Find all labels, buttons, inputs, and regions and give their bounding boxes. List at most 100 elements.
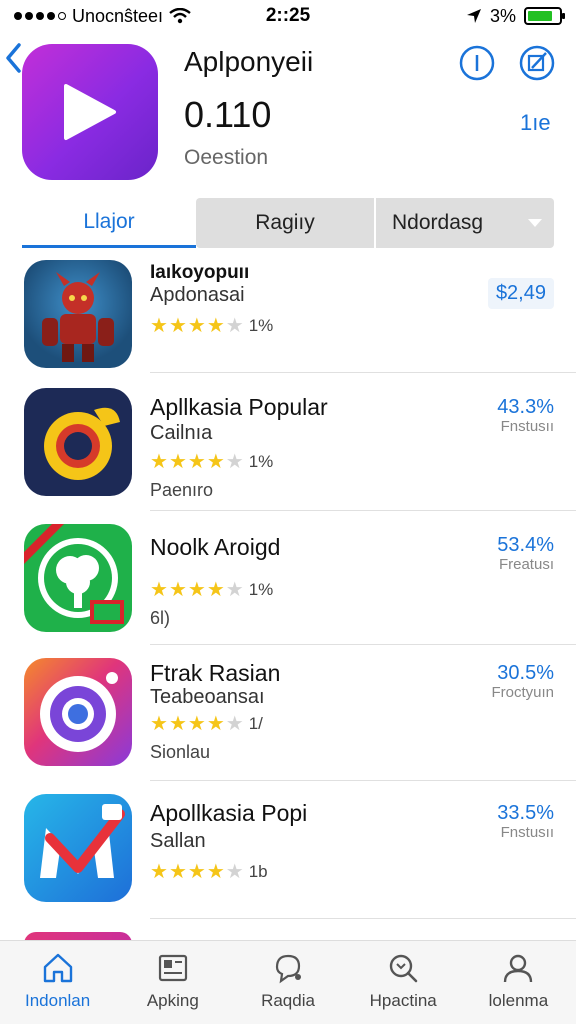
app-title: Noolk Aroigd xyxy=(150,534,281,560)
nav-apps-label: Apking xyxy=(146,991,199,1010)
tab-ratings[interactable]: Ragiıy xyxy=(196,198,374,248)
app-title: Ftrak Rasian xyxy=(150,660,281,686)
price-button[interactable]: 43.3% xyxy=(497,396,554,419)
list-item[interactable]: Ftrak Rasian Teabeoansaı ★ ★ ★ ★ ★ 1/ Sionlau… xyxy=(0,646,576,781)
star-filled-icon: ★ xyxy=(206,315,225,337)
apps-icon xyxy=(158,954,187,982)
nav-chat-label: Raqdia xyxy=(261,991,315,1010)
rating-count: 1/ xyxy=(248,714,263,733)
star-rating: ★ ★ ★ ★ ★ 1/ xyxy=(150,714,263,734)
rating-count: 1% xyxy=(248,316,274,335)
star-filled-icon: ★ xyxy=(168,579,187,601)
camera-lens-icon xyxy=(24,658,132,766)
robot-game-icon xyxy=(24,260,132,368)
price-button[interactable]: 30.5% xyxy=(497,662,554,685)
app-title: Iaıkoyopuıı xyxy=(150,262,250,283)
divider xyxy=(150,372,576,373)
star-empty-icon: ★ xyxy=(225,315,244,337)
nav-home[interactable]: Indonlan xyxy=(0,941,115,1024)
ring-logo-icon xyxy=(24,388,132,496)
app-subtitle: Cailnıa xyxy=(150,422,213,444)
app-subtitle: Sallan xyxy=(150,830,206,852)
star-filled-icon: ★ xyxy=(206,713,225,735)
header-link[interactable]: 1ıe xyxy=(520,110,551,136)
price-label: Fnstusıı xyxy=(500,824,554,841)
star-filled-icon: ★ xyxy=(168,861,187,883)
divider xyxy=(150,918,576,919)
battery-level xyxy=(528,11,552,21)
nav-search[interactable]: Hpactina xyxy=(346,941,461,1024)
star-rating: ★ ★ ★ ★ ★ 1% xyxy=(150,452,273,472)
star-filled-icon: ★ xyxy=(150,451,168,473)
list-item[interactable]: Apllkasia Popular Cailnıa ★ ★ ★ ★ ★ 1% Paenır… xyxy=(0,374,576,511)
app-subtitle: Apdonasai xyxy=(150,284,245,306)
app-title: Apllkasia Popular xyxy=(150,394,328,420)
star-filled-icon: ★ xyxy=(206,451,225,473)
star-empty-icon: ★ xyxy=(225,713,244,735)
star-rating: ★ ★ ★ ★ ★ 1% xyxy=(150,316,273,336)
battery-icon xyxy=(524,7,565,25)
star-empty-icon: ★ xyxy=(225,579,244,601)
location-arrow-icon xyxy=(466,9,481,23)
star-filled-icon: ★ xyxy=(187,315,206,337)
bottom-tab-bar: Indonlan Apking Raqdia Hpactina lolenma xyxy=(0,940,576,1024)
star-filled-icon: ★ xyxy=(168,713,187,735)
nav-home-label: Indonlan xyxy=(24,991,91,1010)
star-filled-icon: ★ xyxy=(168,315,187,337)
price-button[interactable]: 33.5% xyxy=(497,802,554,825)
nav-profile[interactable]: lolenma xyxy=(461,941,576,1024)
app-subtitle: Teabeoansaı xyxy=(150,686,265,708)
app-hero-icon xyxy=(22,44,158,180)
chat-bubble-icon xyxy=(275,954,301,984)
price-label: Fnstusıı xyxy=(500,418,554,435)
nav-chat[interactable]: Raqdia xyxy=(230,941,345,1024)
star-filled-icon: ★ xyxy=(150,861,168,883)
price-label: Freatusı xyxy=(498,556,554,573)
star-filled-icon: ★ xyxy=(187,713,206,735)
tab-major[interactable]: Llajor xyxy=(22,198,196,248)
rating-count: 1% xyxy=(248,452,274,471)
price-label: Froctyuın xyxy=(491,684,554,701)
rating-count: 1% xyxy=(248,580,274,599)
star-empty-icon: ★ xyxy=(225,861,244,883)
tab-downloads-dropdown[interactable]: Ndordasg xyxy=(376,198,554,248)
info-icon[interactable] xyxy=(458,44,496,82)
app-subtitle: Oeestion xyxy=(184,146,269,169)
search-icon xyxy=(390,954,418,983)
star-filled-icon: ★ xyxy=(187,579,206,601)
divider xyxy=(150,644,576,645)
nav-apps[interactable]: Apking xyxy=(115,941,230,1024)
app-header: Aplponyeii 0.110 Oeestion 1ıe xyxy=(0,36,576,186)
app-category: 6l) xyxy=(150,608,171,628)
home-icon xyxy=(43,953,72,983)
app-category: Sionlau xyxy=(150,742,211,762)
rating-count: 1b xyxy=(248,862,268,881)
price-button[interactable]: 53.4% xyxy=(497,534,554,557)
star-filled-icon: ★ xyxy=(168,451,187,473)
star-empty-icon: ★ xyxy=(225,451,244,473)
status-bar: Unocnŝteeı 2::25 3% xyxy=(0,0,576,32)
app-price: 0.110 xyxy=(184,94,272,135)
star-filled-icon: ★ xyxy=(150,315,168,337)
star-filled-icon: ★ xyxy=(206,579,225,601)
star-filled-icon: ★ xyxy=(150,713,168,735)
chevron-down-icon xyxy=(528,219,542,227)
back-chevron-icon[interactable] xyxy=(4,42,22,74)
tree-logo-icon xyxy=(24,524,132,632)
list-item[interactable]: Noolk Aroigd ★ ★ ★ ★ ★ 1% 6l) 53.4% Freatusı xyxy=(0,512,576,645)
nav-profile-label: lolenma xyxy=(488,991,549,1010)
list-item[interactable]: Iaıkoyopuıı Apdonasai ★ ★ ★ ★ ★ 1% $2,49 xyxy=(0,250,576,373)
app-title: Apollkasia Popi xyxy=(150,800,308,826)
star-rating: ★ ★ ★ ★ ★ 1b xyxy=(150,862,268,882)
price-button[interactable]: $2,49 xyxy=(487,278,554,309)
play-icon xyxy=(64,84,116,140)
status-right: 3% xyxy=(466,5,565,27)
battery-percent: 3% xyxy=(489,5,516,26)
star-filled-icon: ★ xyxy=(187,451,206,473)
star-filled-icon: ★ xyxy=(206,861,225,883)
tab-downloads-label: Ndordasg xyxy=(392,211,484,234)
mail-m-icon xyxy=(24,794,132,902)
divider xyxy=(150,510,576,511)
list-item[interactable]: Apollkasia Popi Sallan ★ ★ ★ ★ ★ 1b 33.5% Fns… xyxy=(0,782,576,919)
edit-icon[interactable] xyxy=(518,44,556,82)
